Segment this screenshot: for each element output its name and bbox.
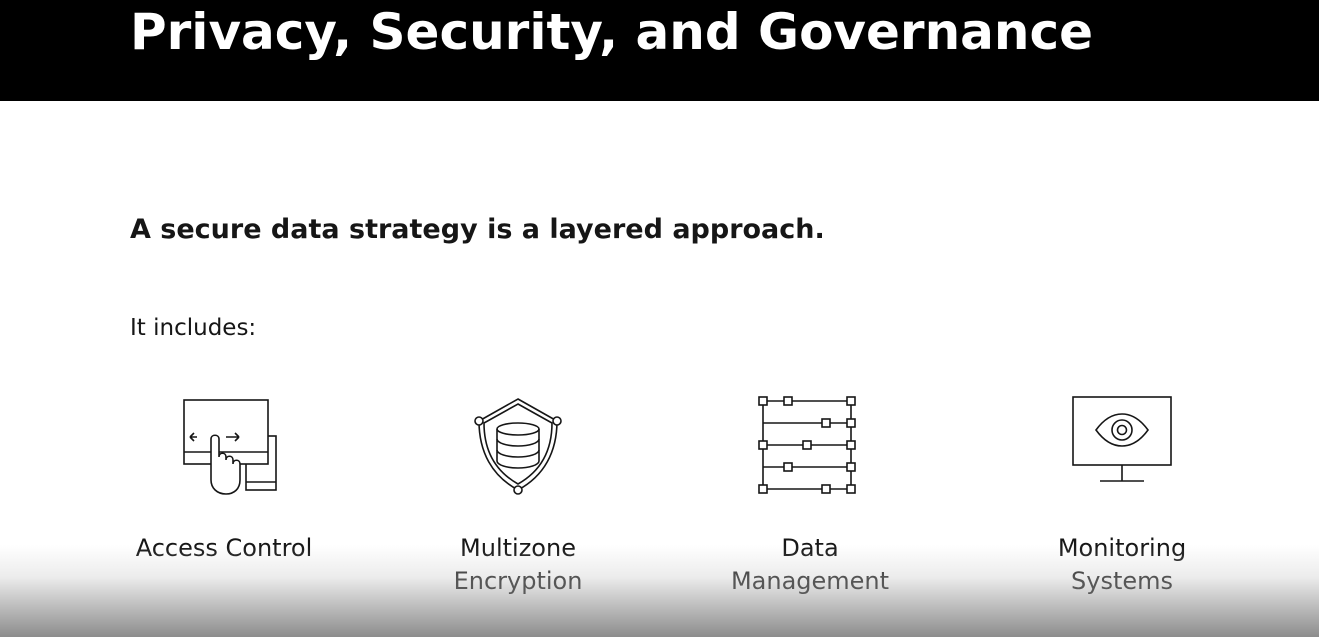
data-management-icon (758, 396, 856, 494)
item-monitoring-systems: Monitoring Systems (1012, 392, 1232, 595)
item-label-line1: Data (781, 534, 839, 562)
intro-text: It includes: (130, 315, 257, 341)
title-bar: Privacy, Security, and Governance (0, 0, 1319, 101)
item-label: Data Management (700, 532, 920, 598)
access-control-icon (183, 399, 277, 495)
item-label-line2: Management (730, 567, 890, 595)
monitoring-eye-icon (1072, 396, 1172, 482)
item-label-line2: Systems (1071, 567, 1173, 595)
item-label-line1: Monitoring (1057, 534, 1187, 562)
item-label: Multizone Encryption (408, 532, 628, 598)
item-label-line1: Access Control (135, 534, 313, 562)
item-label: Monitoring Systems (1012, 532, 1232, 598)
item-multizone-encryption: Multizone Encryption (408, 392, 628, 595)
encryption-shield-icon (474, 398, 562, 495)
item-access-control: Access Control (114, 392, 334, 562)
item-label-line1: Multizone (460, 534, 576, 562)
subtitle: A secure data strategy is a layered appr… (130, 214, 825, 245)
item-label-line2: Encryption (453, 567, 583, 595)
item-label: Access Control (114, 532, 334, 565)
item-data-management: Data Management (700, 392, 920, 595)
page-title: Privacy, Security, and Governance (130, 3, 1094, 61)
